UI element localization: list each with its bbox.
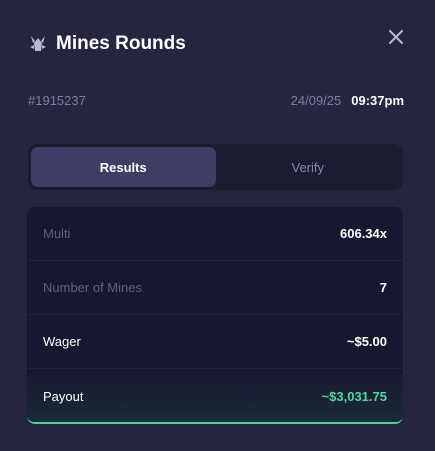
mines-count-value: 7 [379,280,387,295]
tab-verify[interactable]: Verify [216,147,401,187]
modal-header: Mines Rounds [28,33,186,55]
round-meta: #1915237 24/09/25 09:37pm [28,93,404,108]
result-row-multi: Multi 606.34x [27,207,403,261]
round-time: 09:37pm [351,93,404,108]
round-date: 24/09/25 [290,93,342,108]
tab-bar: Results Verify [28,144,403,190]
results-table: Multi 606.34x Number of Mines 7 Wager ~$… [27,207,403,424]
mines-count-label: Number of Mines [43,280,142,295]
result-row-mines: Number of Mines 7 [27,261,403,315]
wager-label: Wager [43,334,81,349]
page-title: Mines Rounds [56,33,186,54]
payout-value: ~$3,031.75 [321,388,387,404]
wager-value: ~$5.00 [346,334,387,349]
result-row-wager: Wager ~$5.00 [27,315,403,369]
close-button[interactable] [387,28,405,46]
result-row-payout: Payout ~$3,031.75 [27,369,403,422]
tab-results[interactable]: Results [31,147,216,187]
round-id: #1915237 [28,93,86,108]
mines-rounds-modal: Mines Rounds #1915237 24/09/25 09:37pm R… [0,0,435,451]
multi-value: 606.34x [340,226,387,241]
round-datetime: 24/09/25 09:37pm [291,93,404,108]
multi-label: Multi [43,226,71,241]
mines-icon [28,34,48,54]
close-icon[interactable] [387,28,405,46]
payout-label: Payout [43,388,84,404]
